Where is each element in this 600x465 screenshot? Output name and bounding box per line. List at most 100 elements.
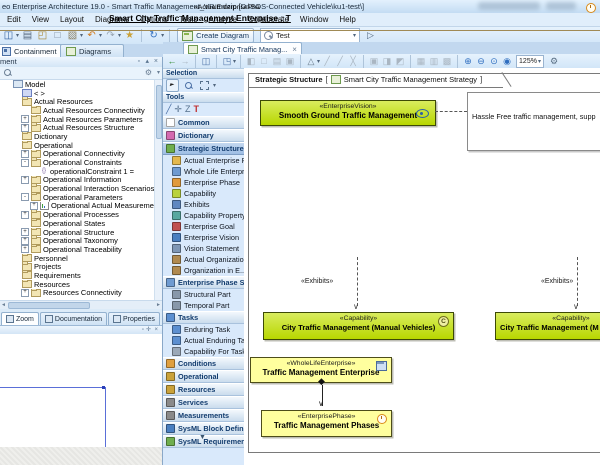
tree-item[interactable]: Personnel	[0, 254, 162, 263]
delete-icon[interactable]: ▣	[284, 55, 296, 67]
tab-diagrams[interactable]: Diagrams	[60, 44, 124, 57]
overlay-icon[interactable]: ▩	[441, 55, 453, 67]
tree-item[interactable]: +Actual Resources Structure	[0, 123, 162, 132]
vision-statement-note[interactable]: Hassle Free traffic management, supp	[467, 92, 600, 151]
tree-item[interactable]: +Resources Connectivity	[0, 289, 162, 298]
close-panel-icon[interactable]: ×	[154, 326, 158, 334]
zoom-fit-icon[interactable]: ⊙	[488, 55, 500, 67]
tree-item[interactable]: Projects	[0, 262, 162, 271]
draw-line-tool-icon[interactable]: ╱	[166, 104, 171, 115]
tab-documentation[interactable]: Documentation	[40, 312, 107, 325]
snap-icon[interactable]: ▥	[428, 55, 440, 67]
exhibits-edge-label[interactable]: «Exhibits»	[301, 278, 333, 285]
palette-item-temporal-part[interactable]: Temporal Part	[163, 300, 244, 311]
palette-item-enterprise-goal[interactable]: Enterprise Goal	[163, 221, 244, 232]
tree-item[interactable]: +Operational Actual Measurements (.xlsx)	[0, 202, 162, 211]
grid-icon[interactable]: ▦	[415, 55, 427, 67]
chevron-down-icon[interactable]: ▾	[118, 32, 121, 39]
exhibits-edge-label[interactable]: «Exhibits»	[541, 278, 573, 285]
text-tool-icon[interactable]: T	[193, 104, 199, 115]
palette-drawer-dictionary[interactable]: Dictionary	[163, 129, 244, 142]
enterprise-phases-node[interactable]: «EnterprisePhase» Traffic Management Pha…	[261, 410, 392, 437]
tree-item[interactable]: +Operational Traceability	[0, 245, 162, 254]
menu-window[interactable]: Window	[300, 15, 328, 24]
tree-expander-icon[interactable]: +	[21, 124, 29, 132]
palette-drawer-conditions[interactable]: Conditions	[163, 357, 244, 370]
tree-item[interactable]: -Operational Constraints	[0, 158, 162, 167]
viewport-corner-handle[interactable]	[102, 386, 105, 389]
tree-expander-icon[interactable]: +	[21, 115, 29, 123]
palette-drawer-measurements[interactable]: Measurements	[163, 409, 244, 422]
tree-item[interactable]: +Actual Resources Parameters	[0, 115, 162, 124]
palette-item-actual-enterprise-phase[interactable]: Actual Enterprise P...	[163, 155, 244, 166]
tree-expander-icon[interactable]: +	[21, 289, 29, 297]
tree-item[interactable]: +Operational Taxonomy	[0, 236, 162, 245]
palette-drawer-strategic-structure[interactable]: Strategic Structure	[163, 142, 244, 155]
gear-icon[interactable]: ⚙	[145, 68, 152, 77]
palette-item-whole-life-enterprise[interactable]: Whole Life Enterprise	[163, 166, 244, 177]
tree-item[interactable]: +Operational Information	[0, 176, 162, 185]
exhibits-edge[interactable]	[577, 257, 578, 306]
enterprise-vision-node[interactable]: «EnterpriseVision» Smooth Ground Traffic…	[260, 100, 436, 126]
exhibits-edge[interactable]	[357, 257, 358, 306]
chevron-down-icon[interactable]: ▾	[213, 82, 216, 89]
chevron-down-icon[interactable]: ▾	[99, 32, 102, 39]
tree-item[interactable]: Resources	[0, 280, 162, 289]
tree-item[interactable]: +Operational Connectivity	[0, 150, 162, 159]
palette-drawer-enterprise-phase-structure[interactable]: Enterprise Phase St...	[163, 276, 244, 289]
cursor-tool-icon[interactable]	[166, 79, 179, 92]
tree-expander-icon[interactable]: +	[30, 202, 38, 210]
palette-scroll-down-icon[interactable]: ▼	[199, 434, 206, 441]
zoom-tool-icon[interactable]	[182, 79, 195, 92]
scrollbar-thumb[interactable]	[156, 85, 162, 139]
palette-item-enterprise-phase[interactable]: Enterprise Phase	[163, 177, 244, 188]
tree-expander-icon[interactable]: +	[21, 211, 29, 219]
tree-item[interactable]: Operational Interaction Scenarios	[0, 184, 162, 193]
marquee-tool-icon[interactable]	[198, 79, 211, 92]
zoom-in-icon[interactable]: ⊕	[462, 55, 474, 67]
order-tool-icon[interactable]: Z	[185, 104, 191, 115]
chevron-down-icon[interactable]: ▾	[353, 32, 356, 39]
paste-icon[interactable]: □	[258, 55, 270, 67]
palette-drawer-services[interactable]: Services	[163, 396, 244, 409]
tree-expander-icon[interactable]: +	[21, 228, 29, 236]
palette-drawer-operational[interactable]: Operational	[163, 370, 244, 383]
close-tab-icon[interactable]: ×	[292, 45, 297, 54]
capability-mixed-node[interactable]: «Capability» City Traffic Management (M	[495, 312, 600, 340]
scroll-right-icon[interactable]: ►	[156, 302, 161, 308]
palette-drawer-common[interactable]: Common	[163, 116, 244, 129]
palette-item-organization-in-e[interactable]: Organization in E...▾	[163, 265, 244, 276]
lock-icon[interactable]: ▣	[368, 55, 380, 67]
tree-expander-icon[interactable]: +	[21, 237, 29, 245]
menu-help[interactable]: Help	[339, 15, 355, 24]
palette-drawer-resources[interactable]: Resources	[163, 383, 244, 396]
palette-item-enduring-task[interactable]: Enduring Task	[163, 324, 244, 335]
close-panel-icon[interactable]: ×	[154, 58, 158, 66]
line-style-icon[interactable]: ╱	[321, 55, 333, 67]
tree-expander-icon[interactable]: +	[21, 245, 29, 253]
palette-item-exhibits[interactable]: Exhibits	[163, 199, 244, 210]
restore-panel-icon[interactable]: ▫	[142, 326, 144, 334]
menu-edit[interactable]: Edit	[7, 15, 21, 24]
tab-properties[interactable]: Properties	[108, 312, 160, 325]
tree-item[interactable]: +Operational Structure	[0, 228, 162, 237]
copy-icon[interactable]: ◧	[245, 55, 257, 67]
palette-item-capability-for-task[interactable]: Capability For Task	[163, 346, 244, 357]
scroll-left-icon[interactable]: ◄	[1, 302, 6, 308]
zoom-1-1-icon[interactable]: ◉	[501, 55, 513, 67]
capability-manual-node[interactable]: «Capability» City Traffic Management (Ma…	[263, 312, 454, 340]
move-tool-icon[interactable]: ✛	[174, 104, 182, 115]
palette-item-structural-part[interactable]: Structural Part	[163, 289, 244, 300]
tree-item[interactable]: Actual Resources Connectivity	[0, 106, 162, 115]
chevron-down-icon[interactable]: ▾	[16, 32, 19, 39]
palette-item-enterprise-vision[interactable]: Enterprise Vision	[163, 232, 244, 243]
tree-expander-icon[interactable]: +	[21, 150, 29, 158]
palette-item-actual-organization[interactable]: Actual Organization	[163, 254, 244, 265]
palette-item-capability[interactable]: Capability	[163, 188, 244, 199]
forward-icon[interactable]: →	[179, 55, 191, 67]
tree-item[interactable]: +Operational Processes	[0, 210, 162, 219]
path-style-icon[interactable]: ╱	[334, 55, 346, 67]
tree-item[interactable]: < >	[0, 89, 162, 98]
chevron-down-icon[interactable]: ▾	[157, 69, 160, 76]
pin-panel-icon[interactable]: ✛	[146, 326, 151, 334]
